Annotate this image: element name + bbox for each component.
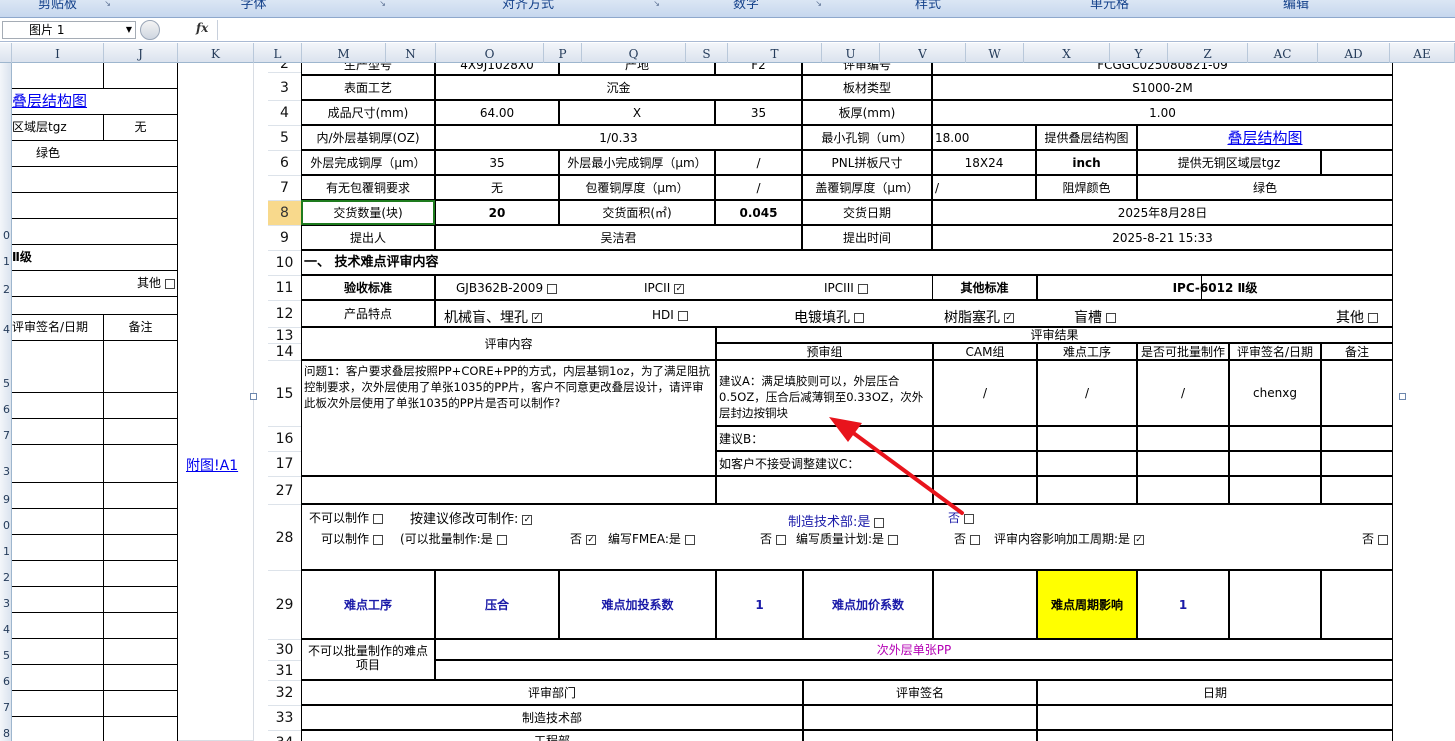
arrow-shaft bbox=[850, 430, 964, 515]
arrow-head-icon bbox=[829, 417, 862, 442]
arrow-annotation[interactable] bbox=[0, 0, 1455, 741]
